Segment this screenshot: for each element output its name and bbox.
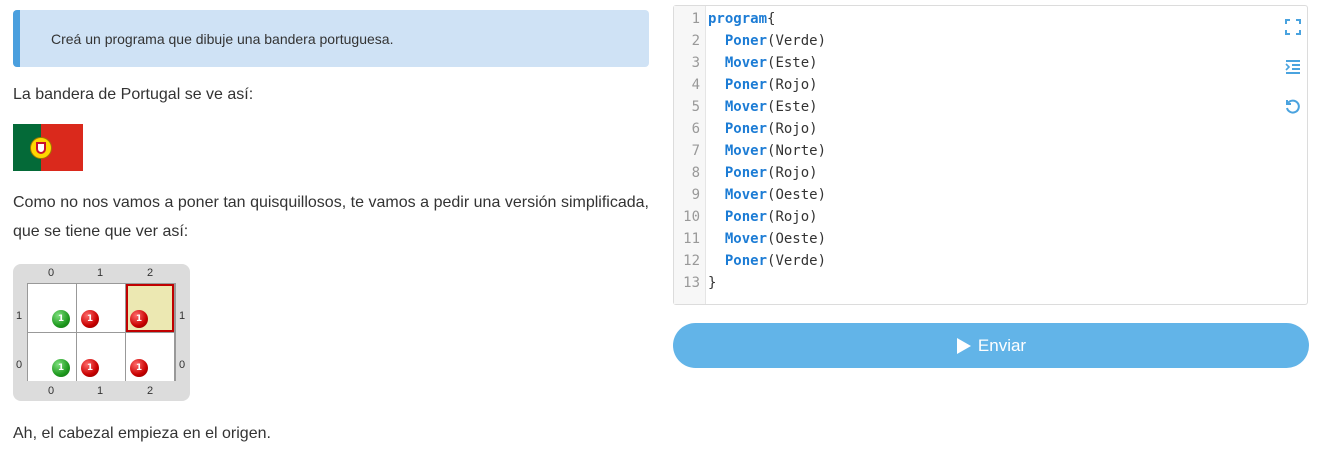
board-cell: 1 — [77, 284, 125, 332]
code-line[interactable]: Mover(Este) — [708, 55, 818, 71]
line-number: 2 — [691, 33, 700, 49]
code-args: (Verde) — [767, 253, 827, 269]
line-number: 9 — [691, 187, 700, 203]
code-args: } — [708, 275, 717, 291]
code-keyword: Poner — [724, 77, 768, 93]
hint-text: Creá un programa que dibuje una bandera … — [51, 30, 394, 47]
green-ball: 1 — [52, 310, 70, 328]
board-grid: 111111 — [27, 283, 176, 381]
coat-of-arms-icon — [30, 137, 52, 159]
line-number: 8 — [691, 165, 700, 181]
intro-text: La bandera de Portugal se ve así: — [13, 86, 254, 103]
board-cell: 1 — [126, 333, 174, 381]
row-label-left-0: 0 — [15, 359, 23, 371]
board-cell: 1 — [28, 284, 76, 332]
code-args: (Rojo) — [767, 209, 818, 225]
code-keyword: Poner — [724, 165, 768, 181]
code-line[interactable]: Poner(Rojo) — [708, 209, 818, 225]
red-ball: 1 — [81, 310, 99, 328]
send-label: Enviar — [977, 335, 1027, 355]
code-args: (Rojo) — [767, 121, 818, 137]
code-keyword: Mover — [724, 231, 768, 247]
code-line[interactable]: Mover(Oeste) — [708, 187, 826, 203]
code-keyword: Mover — [724, 143, 768, 159]
reset-icon[interactable] — [1284, 98, 1302, 116]
code-line[interactable]: Poner(Verde) — [708, 253, 826, 269]
board-cell: 1 — [77, 333, 125, 381]
code-args: (Oeste) — [767, 231, 827, 247]
description-text: Como no nos vamos a poner tan quisquillo… — [13, 194, 649, 240]
code-args: (Rojo) — [767, 165, 818, 181]
code-keyword: Mover — [724, 55, 768, 71]
fullscreen-icon[interactable] — [1284, 18, 1302, 36]
indent-icon[interactable] — [1284, 58, 1302, 76]
col-label-bottom-1: 1 — [96, 385, 104, 397]
code-line[interactable]: Mover(Este) — [708, 99, 818, 115]
code-line[interactable]: Mover(Norte) — [708, 143, 826, 159]
code-editor[interactable]: 1 program{2 Poner(Verde) 3 Mover(Este) 4 Po… — [673, 5, 1308, 305]
portugal-flag-image — [13, 124, 83, 171]
code-args: (Rojo) — [767, 77, 818, 93]
code-line[interactable]: Poner(Rojo) — [708, 77, 818, 93]
board-cell: 1 — [28, 333, 76, 381]
code-args: (Verde) — [767, 33, 827, 49]
send-button[interactable]: Enviar — [673, 323, 1309, 368]
line-number: 10 — [683, 209, 700, 225]
code-line[interactable]: } — [708, 275, 716, 291]
code-line[interactable]: Poner(Verde) — [708, 33, 826, 49]
board-preview: 0 1 2 0 1 2 1 0 1 0 111111 — [13, 264, 190, 401]
red-ball: 1 — [130, 310, 148, 328]
code-args: (Norte) — [767, 143, 827, 159]
code-keyword: Poner — [724, 33, 768, 49]
line-number: 7 — [691, 143, 700, 159]
board-cell-cursor: 1 — [126, 284, 174, 332]
col-label-bottom-0: 0 — [47, 385, 55, 397]
red-ball: 1 — [81, 359, 99, 377]
code-keyword: Poner — [724, 209, 768, 225]
col-label-top-2: 2 — [146, 267, 154, 279]
code-line[interactable]: Mover(Oeste) — [708, 231, 826, 247]
code-keyword: Mover — [724, 99, 768, 115]
col-label-top-0: 0 — [47, 267, 55, 279]
hint-box: Creá un programa que dibuje una bandera … — [13, 10, 649, 67]
code-args: (Oeste) — [767, 187, 827, 203]
line-number: 4 — [691, 77, 700, 93]
code-keyword: Poner — [724, 121, 768, 137]
code-line[interactable]: program{ — [708, 11, 775, 27]
code-line[interactable]: Poner(Rojo) — [708, 165, 818, 181]
play-icon — [956, 337, 971, 354]
col-label-top-1: 1 — [96, 267, 104, 279]
line-number: 5 — [691, 99, 700, 115]
green-ball: 1 — [52, 359, 70, 377]
code-args: { — [767, 11, 776, 27]
problem-panel: Creá un programa que dibuje una bandera … — [13, 10, 649, 442]
line-number: 6 — [691, 121, 700, 137]
line-number: 11 — [683, 231, 700, 247]
code-line[interactable]: Poner(Rojo) — [708, 121, 818, 137]
col-label-bottom-2: 2 — [146, 385, 154, 397]
code-keyword: program — [708, 11, 768, 27]
code-args: (Este) — [767, 55, 818, 71]
row-label-left-1: 1 — [15, 310, 23, 322]
code-args: (Este) — [767, 99, 818, 115]
red-ball: 1 — [130, 359, 148, 377]
code-keyword: Mover — [724, 187, 768, 203]
footer-text: Ah, el cabezal empieza en el origen. — [13, 425, 271, 442]
line-number: 3 — [691, 55, 700, 71]
line-number: 1 — [691, 11, 700, 27]
line-number: 13 — [683, 275, 700, 291]
code-keyword: Poner — [724, 253, 768, 269]
line-number: 12 — [683, 253, 700, 269]
